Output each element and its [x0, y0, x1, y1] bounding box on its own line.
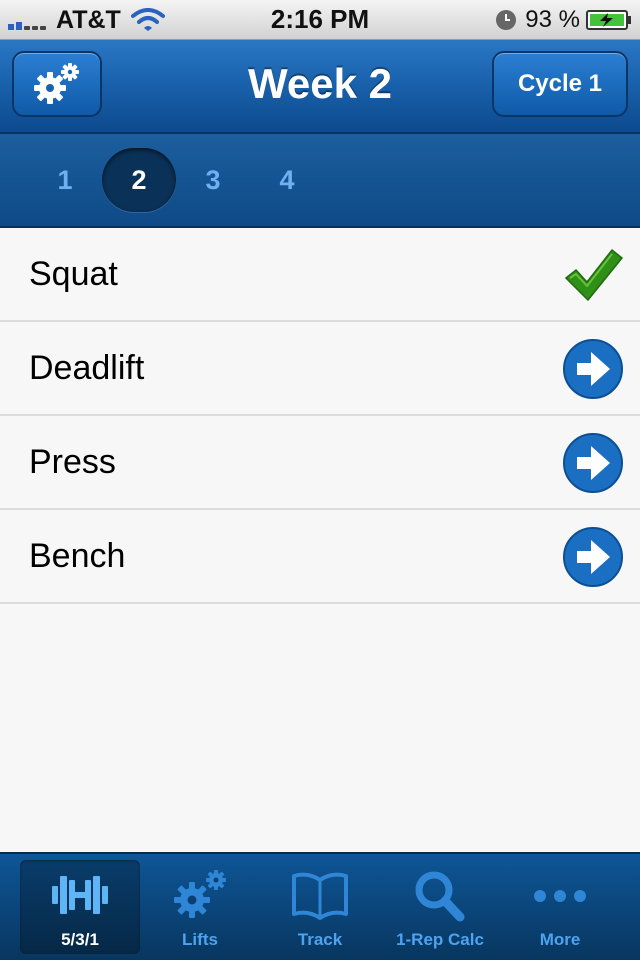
battery-charging-icon	[586, 10, 631, 30]
checkmark-icon	[564, 248, 624, 302]
list-item-squat[interactable]: Squat	[0, 228, 640, 322]
status-bar: AT&T 2:16 PM 93 %	[0, 0, 640, 40]
arrow-right-icon[interactable]	[562, 526, 624, 588]
screen: AT&T 2:16 PM 93 % Week 2 Cycle 1 1 2 3 4…	[0, 0, 640, 960]
nav-bar: Week 2 Cycle 1	[0, 40, 640, 134]
lift-list: Squat Deadlift Press Bench	[0, 228, 640, 604]
week-option-1[interactable]: 1	[28, 148, 102, 212]
battery-percent: 93 %	[525, 6, 580, 33]
week-selector: 1 2 3 4	[0, 134, 640, 228]
arrow-right-icon[interactable]	[562, 338, 624, 400]
lift-name: Deadlift	[29, 349, 145, 387]
book-icon	[292, 872, 348, 920]
tab-label: Lifts	[182, 930, 218, 949]
lift-name: Press	[29, 443, 116, 481]
tab-more[interactable]: More	[500, 860, 620, 954]
tab-track[interactable]: Track	[260, 860, 380, 954]
week-option-3[interactable]: 3	[176, 148, 250, 212]
gears-icon	[174, 870, 226, 918]
week-option-2[interactable]: 2	[102, 148, 176, 212]
tab-label: Track	[297, 930, 343, 949]
tab-label: More	[539, 930, 581, 949]
tab-label: 5/3/1	[61, 930, 99, 949]
lift-name: Squat	[29, 255, 118, 293]
tab-lifts[interactable]: Lifts	[140, 860, 260, 954]
tab-bar: 5/3/1 Lifts Track 1-Rep Calc More	[0, 852, 640, 960]
list-item-deadlift[interactable]: Deadlift	[0, 322, 640, 416]
more-dots-icon	[534, 890, 586, 902]
week-option-4[interactable]: 4	[250, 148, 324, 212]
list-item-press[interactable]: Press	[0, 416, 640, 510]
tab-1-rep-calc[interactable]: 1-Rep Calc	[380, 860, 500, 954]
barbell-icon	[52, 876, 108, 914]
list-item-bench[interactable]: Bench	[0, 510, 640, 604]
lift-name: Bench	[29, 537, 126, 575]
search-icon	[415, 871, 465, 922]
cycle-button[interactable]: Cycle 1	[492, 51, 628, 117]
arrow-right-icon[interactable]	[562, 432, 624, 494]
tab-label: 1-Rep Calc	[396, 930, 484, 949]
clock-icon	[496, 10, 517, 30]
tab-531[interactable]: 5/3/1	[20, 860, 140, 954]
status-right: 93 %	[495, 6, 632, 34]
